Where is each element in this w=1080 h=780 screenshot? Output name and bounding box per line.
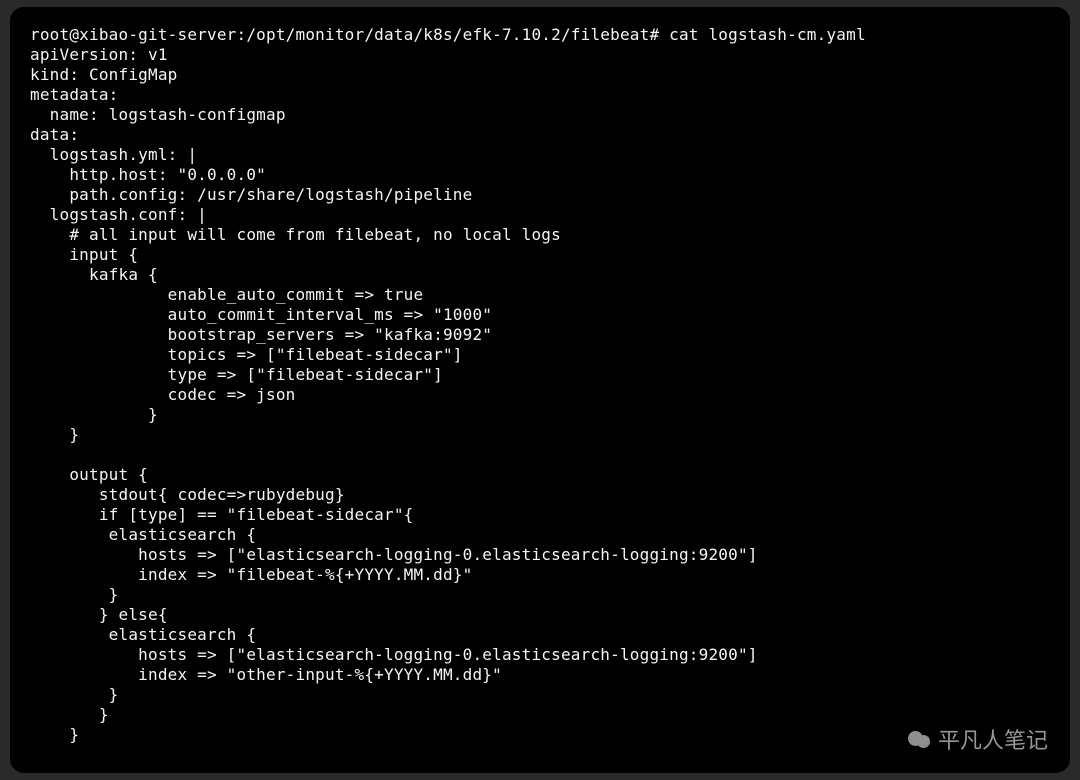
shell-command: cat logstash-cm.yaml [669, 25, 866, 44]
terminal-output: root@xibao-git-server:/opt/monitor/data/… [30, 25, 1050, 745]
terminal-window[interactable]: root@xibao-git-server:/opt/monitor/data/… [10, 7, 1070, 773]
file-content: apiVersion: v1 kind: ConfigMap metadata:… [30, 45, 758, 744]
shell-prompt: root@xibao-git-server:/opt/monitor/data/… [30, 25, 669, 44]
